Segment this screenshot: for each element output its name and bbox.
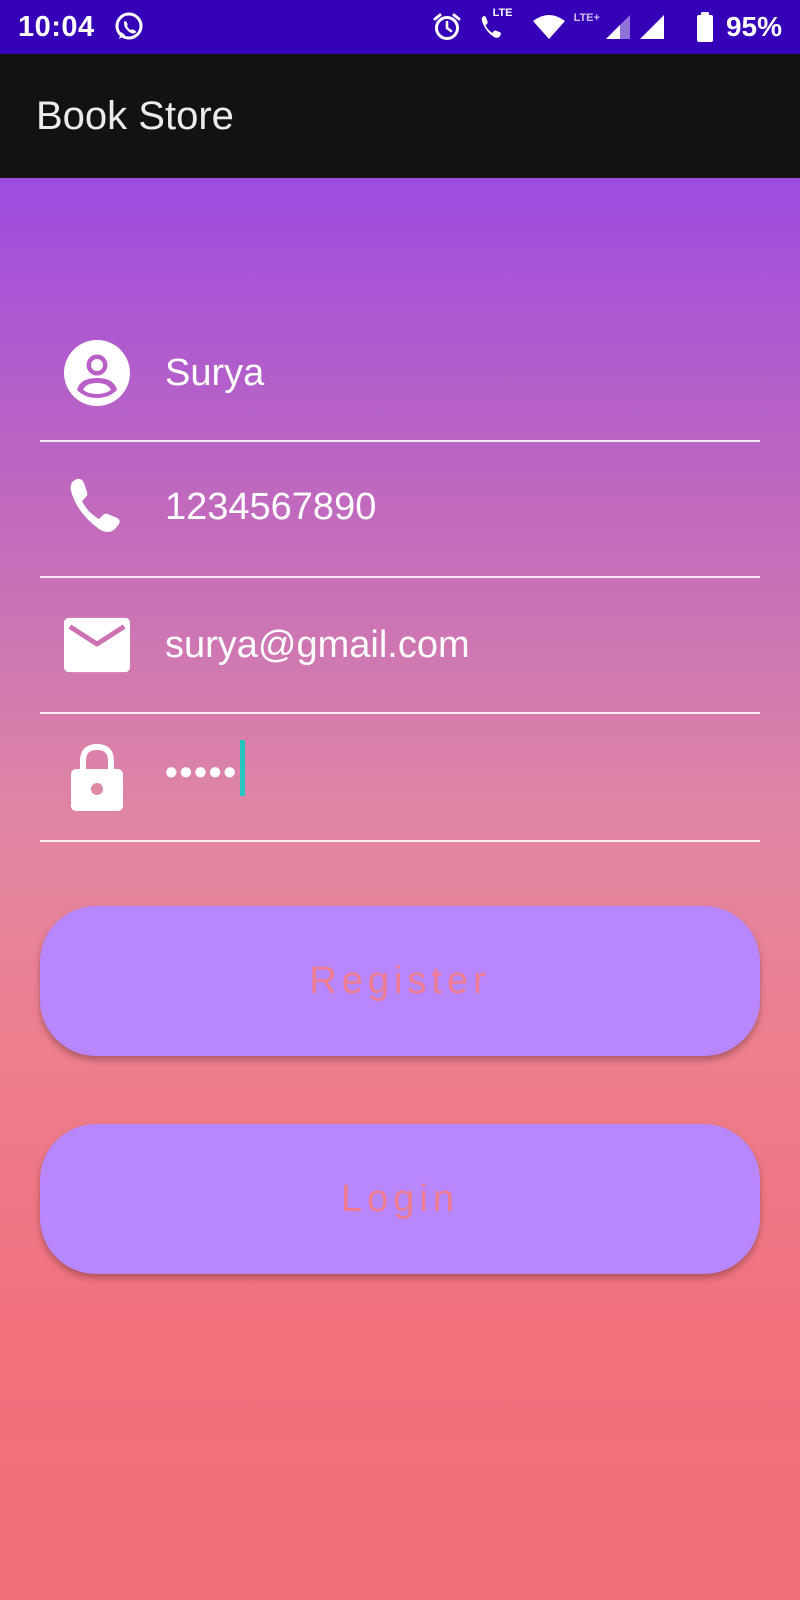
email-input-value: surya@gmail.com	[165, 624, 470, 666]
status-bar-left: 10:04	[18, 0, 145, 54]
phone-input-value: 1234567890	[165, 486, 377, 528]
status-bar-right: LTE LTE+ 95%	[416, 0, 782, 54]
password-mask: •••••	[165, 751, 239, 793]
phone-field[interactable]: 1234567890	[40, 444, 760, 578]
lte-label: LTE	[492, 7, 513, 19]
status-bar: 10:04 LTE LTE+ 95%	[0, 0, 800, 54]
login-button[interactable]: Login	[40, 1124, 760, 1274]
battery-icon	[696, 12, 714, 42]
cell-signal-icon	[638, 13, 666, 41]
email-icon	[64, 612, 130, 678]
name-field[interactable]: Surya	[40, 326, 760, 442]
volte-call-icon: LTE	[478, 8, 513, 42]
app-title: Book Store	[36, 93, 234, 138]
status-time: 10:04	[18, 10, 95, 43]
account-circle-icon	[64, 340, 130, 406]
battery-percent: 95%	[725, 11, 782, 42]
text-caret	[240, 740, 246, 796]
whatsapp-icon	[113, 11, 145, 43]
password-input-value: •••••	[165, 740, 246, 802]
cell-signal-icon	[604, 13, 632, 41]
password-field[interactable]: •••••	[40, 716, 760, 842]
lte-plus-label: LTE+	[573, 12, 600, 24]
email-field[interactable]: surya@gmail.com	[40, 580, 760, 714]
alarm-icon	[432, 12, 462, 42]
app-bar: Book Store	[0, 54, 800, 178]
name-input-value: Surya	[165, 352, 265, 394]
register-screen: 10:04 LTE LTE+ 95% Book Store Surya 1234…	[0, 0, 800, 1600]
lock-icon	[64, 743, 130, 811]
wifi-icon	[532, 14, 566, 40]
register-button[interactable]: Register	[40, 906, 760, 1056]
phone-icon	[64, 474, 130, 540]
register-form: Surya 1234567890 surya@gmail.com ••••• R…	[0, 178, 800, 1600]
